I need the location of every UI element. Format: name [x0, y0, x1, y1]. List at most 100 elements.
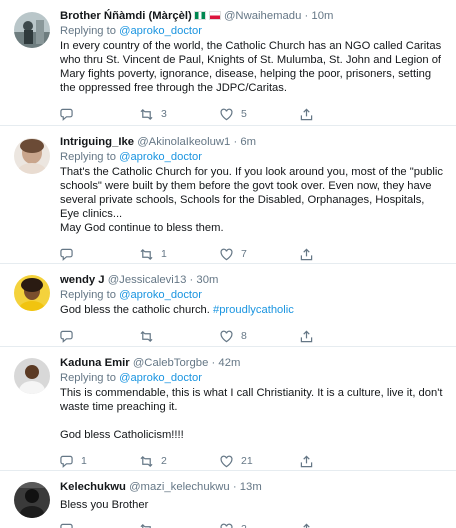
tweet-text: Bless you Brother: [60, 499, 149, 511]
retweet-count: 3: [161, 108, 167, 120]
like-button[interactable]: 5: [220, 108, 300, 121]
share-button[interactable]: [300, 108, 380, 121]
retweet-icon: [140, 248, 153, 260]
reply-icon: [60, 455, 73, 468]
replying-to: Replying to @aproko_doctor: [60, 24, 446, 38]
share-button[interactable]: [300, 330, 380, 343]
timestamp[interactable]: 6m: [240, 136, 256, 148]
display-name[interactable]: Brother Ńñàmdi (Màrçèl): [60, 10, 192, 22]
tweet-text-container: God bless the catholic church. #proudlyc…: [60, 303, 446, 317]
reply-button[interactable]: [60, 330, 140, 343]
display-name[interactable]: Kaduna Emir: [60, 357, 130, 369]
tweet-text: God bless the catholic church.: [60, 304, 210, 316]
replying-label: Replying to: [60, 151, 116, 163]
tweet-header: Kelechukwu @mazi_kelechukwu · 13m: [60, 480, 446, 494]
display-name[interactable]: Intriguing_Ike: [60, 136, 134, 148]
user-handle[interactable]: @CalebTorgbe: [133, 357, 209, 369]
hashtag-link[interactable]: #proudlycatholic: [213, 304, 294, 316]
heart-icon: [220, 455, 233, 467]
tweet-text: That's the Catholic Church for you. If y…: [60, 166, 443, 234]
like-count: 8: [241, 330, 247, 342]
reply-icon: [60, 330, 73, 343]
separator-dot: ·: [211, 357, 216, 369]
share-button[interactable]: [300, 455, 380, 468]
reply-button[interactable]: [60, 108, 140, 121]
retweet-button[interactable]: [140, 523, 220, 528]
like-count: 2: [241, 523, 247, 528]
mention-link[interactable]: @aproko_doctor: [119, 372, 202, 384]
like-button[interactable]: 8: [220, 330, 300, 343]
tweet-text: In every country of the world, the Catho…: [60, 40, 442, 94]
timestamp[interactable]: 10m: [311, 10, 333, 22]
tweet-header: wendy J @Jessicalevi13 · 30m: [60, 273, 446, 287]
timestamp[interactable]: 42m: [218, 357, 240, 369]
timestamp[interactable]: 30m: [196, 274, 218, 286]
avatar[interactable]: [14, 358, 50, 394]
user-handle[interactable]: @AkinolaIkeoluw1: [137, 136, 230, 148]
tweet-actions: 8: [60, 323, 446, 349]
replying-to: Replying to @aproko_doctor: [60, 288, 446, 302]
retweet-button[interactable]: 2: [140, 455, 220, 468]
retweet-icon: [140, 330, 153, 342]
replying-label: Replying to: [60, 289, 116, 301]
display-name[interactable]: wendy J: [60, 274, 105, 286]
tweet-card[interactable]: wendy J @Jessicalevi13 · 30m Replying to…: [0, 264, 456, 347]
avatar[interactable]: [14, 138, 50, 174]
reply-icon: [60, 523, 73, 528]
reply-button[interactable]: [60, 248, 140, 261]
tweet-card[interactable]: Kaduna Emir @CalebTorgbe · 42m Replying …: [0, 347, 456, 471]
like-button[interactable]: 7: [220, 248, 300, 261]
share-button[interactable]: [300, 248, 380, 261]
separator-dot: ·: [232, 481, 237, 493]
flag-emojis: [193, 11, 221, 20]
retweet-button[interactable]: 1: [140, 248, 220, 261]
tweet-header: Intriguing_Ike @AkinolaIkeoluw1 · 6m: [60, 135, 446, 149]
nigeria-flag-icon: [193, 11, 206, 20]
avatar[interactable]: [14, 12, 50, 48]
share-button[interactable]: [300, 523, 380, 528]
retweet-icon: [140, 523, 151, 528]
tweet-card[interactable]: Kelechukwu @mazi_kelechukwu · 13m Bless …: [0, 471, 456, 528]
retweet-button[interactable]: 3: [140, 108, 220, 121]
replying-label: Replying to: [60, 372, 116, 384]
mention-link[interactable]: @aproko_doctor: [119, 25, 202, 37]
timestamp[interactable]: 13m: [240, 481, 262, 493]
user-handle[interactable]: @mazi_kelechukwu: [129, 481, 230, 493]
separator-dot: ·: [189, 274, 194, 286]
separator-dot: ·: [233, 136, 238, 148]
display-name[interactable]: Kelechukwu: [60, 481, 126, 493]
reply-icon: [60, 248, 73, 261]
heart-icon: [220, 523, 233, 528]
reply-button[interactable]: 1: [60, 455, 140, 468]
avatar[interactable]: [14, 275, 50, 311]
retweet-count: 2: [161, 455, 167, 467]
tweet-card[interactable]: Brother Ńñàmdi (Màrçèl) @Nwaihemadu · 10…: [0, 0, 456, 126]
avatar[interactable]: [14, 482, 50, 518]
retweet-icon: [140, 455, 153, 467]
separator-dot: ·: [304, 10, 309, 22]
tweet-card[interactable]: Intriguing_Ike @AkinolaIkeoluw1 · 6m Rep…: [0, 126, 456, 264]
retweet-count: 1: [161, 248, 167, 260]
replying-to: Replying to @aproko_doctor: [60, 150, 446, 164]
like-button[interactable]: 21: [220, 455, 300, 468]
tweet-header: Kaduna Emir @CalebTorgbe · 42m: [60, 356, 446, 370]
tweet-header: Brother Ńñàmdi (Màrçèl) @Nwaihemadu · 10…: [60, 9, 446, 23]
reply-button[interactable]: [60, 523, 140, 528]
mention-link[interactable]: @aproko_doctor: [119, 289, 202, 301]
like-count: 21: [241, 455, 253, 467]
share-icon: [303, 523, 310, 528]
user-handle[interactable]: @Jessicalevi13: [108, 274, 187, 286]
mention-link[interactable]: @aproko_doctor: [119, 151, 202, 163]
like-button[interactable]: 2: [220, 523, 300, 528]
reply-feed: Brother Ńñàmdi (Màrçèl) @Nwaihemadu · 10…: [0, 0, 456, 528]
share-icon: [300, 455, 313, 467]
tweet-actions: 2: [60, 516, 446, 528]
like-count: 5: [241, 108, 247, 120]
share-icon: [300, 330, 313, 342]
tweet-text: This is commendable, this is what I call…: [60, 387, 443, 441]
tweet-actions: 3 5: [60, 101, 446, 127]
like-count: 7: [241, 248, 247, 260]
replying-label: Replying to: [60, 25, 116, 37]
retweet-button[interactable]: [140, 330, 220, 343]
user-handle[interactable]: @Nwaihemadu: [224, 10, 301, 22]
